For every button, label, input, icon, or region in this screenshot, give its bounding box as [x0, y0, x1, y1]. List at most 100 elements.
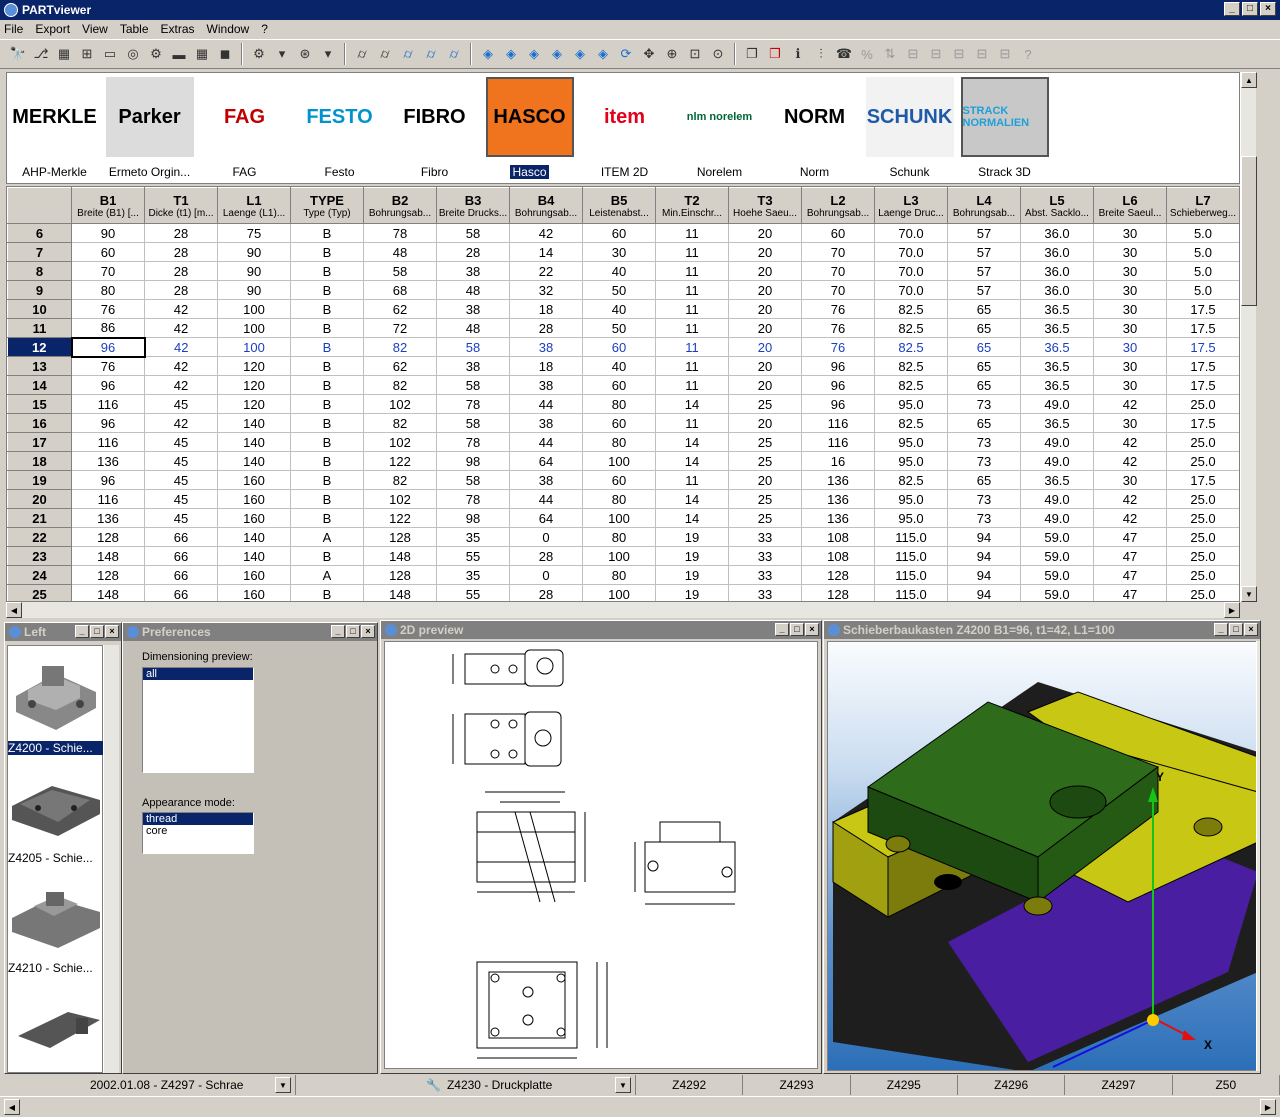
table-cell[interactable]: 78	[436, 489, 510, 509]
status-left-item[interactable]: 2002.01.08 - Z4297 - Schrae ▼	[0, 1075, 296, 1095]
table-cell[interactable]: 11	[655, 223, 729, 243]
table-cell[interactable]: B	[290, 470, 364, 490]
table-cell[interactable]: 11	[655, 299, 729, 319]
table-cell[interactable]: 90	[71, 223, 145, 243]
table-cell[interactable]: 20	[728, 223, 802, 243]
table-cell[interactable]: 160	[217, 508, 291, 528]
table-cell[interactable]: 11	[655, 280, 729, 300]
table-cell[interactable]: 70	[71, 261, 145, 281]
table-cell[interactable]: B	[290, 375, 364, 395]
table-cell[interactable]: 16	[801, 451, 875, 471]
table-cell[interactable]: 102	[363, 489, 437, 509]
row-header[interactable]: 11	[7, 318, 72, 338]
table-cell[interactable]: 14	[655, 451, 729, 471]
row-header[interactable]: 18	[7, 451, 72, 471]
table-cell[interactable]: 44	[509, 394, 583, 414]
catalog-logo-festo[interactable]: FESTO Festo	[292, 73, 387, 183]
row-header[interactable]: 14	[7, 375, 72, 395]
table-cell[interactable]: 47	[1093, 565, 1167, 585]
table-cell[interactable]: 25	[728, 432, 802, 452]
table-cell[interactable]: 19	[655, 546, 729, 566]
table-cell[interactable]: 60	[71, 242, 145, 262]
table-cell[interactable]: 128	[801, 565, 875, 585]
status-mid-item[interactable]: 🔧 Z4230 - Druckplatte ▼	[296, 1075, 636, 1095]
table-cell[interactable]: 60	[801, 223, 875, 243]
table-cell[interactable]: 96	[71, 470, 145, 490]
table-cell[interactable]: 40	[582, 261, 656, 281]
table-cell[interactable]: 20	[728, 242, 802, 262]
table-cell[interactable]: 82	[363, 470, 437, 490]
table-cell[interactable]: 128	[71, 527, 145, 547]
cylinder-icon[interactable]: ⌭	[352, 44, 372, 64]
table-row[interactable]: 13 76 42 120 B 62 38 18 40 11 20 96 82.5 65 36.5 30 17.5	[7, 356, 1239, 376]
table-cell[interactable]: 102	[363, 394, 437, 414]
table-cell[interactable]: 57	[947, 223, 1021, 243]
scroll-right-icon[interactable]: ▶	[1224, 602, 1240, 618]
left-panel-scrollbar[interactable]	[103, 645, 119, 1073]
table-cell[interactable]: 5.0	[1166, 280, 1239, 300]
table-cell[interactable]: 5.0	[1166, 242, 1239, 262]
table-cell[interactable]: 35	[436, 527, 510, 547]
table-cell[interactable]: 136	[801, 470, 875, 490]
cube-icon[interactable]: ◈	[478, 44, 498, 64]
list-item[interactable]: Z4205 - Schie...	[8, 756, 102, 866]
table-cell[interactable]: 42	[1093, 489, 1167, 509]
table-cell[interactable]: 98	[436, 508, 510, 528]
table-cell[interactable]: 36.5	[1020, 299, 1094, 319]
table-cell[interactable]: 19	[655, 565, 729, 585]
table-cell[interactable]: 120	[217, 375, 291, 395]
table-cell[interactable]: 42	[144, 318, 218, 338]
table-cell[interactable]: 65	[947, 337, 1021, 357]
cube-icon[interactable]: ◈	[547, 44, 567, 64]
filter-icon[interactable]: ⊟	[949, 44, 969, 64]
table-cell[interactable]: 30	[1093, 223, 1167, 243]
filter-icon[interactable]: ⊟	[995, 44, 1015, 64]
table-cell[interactable]: 25	[728, 489, 802, 509]
table-cell[interactable]: 115.0	[874, 565, 948, 585]
table-cell[interactable]: 65	[947, 375, 1021, 395]
dimensioning-listbox[interactable]: all	[142, 667, 254, 773]
scroll-right-icon[interactable]: ▶	[1260, 1099, 1276, 1115]
table-cell[interactable]: 25	[728, 451, 802, 471]
row-header[interactable]: 10	[7, 299, 72, 319]
menu-view[interactable]: View	[82, 22, 108, 36]
table-cell[interactable]: 82	[363, 337, 437, 357]
table-cell[interactable]: 50	[582, 318, 656, 338]
table-row[interactable]: 23 148 66 140 B 148 55 28 100 19 33 108 115.0 94 59.0 4…	[7, 546, 1239, 566]
table-cell[interactable]: 78	[363, 223, 437, 243]
dropdown-arrow-icon[interactable]: ▼	[275, 1077, 291, 1093]
appearance-listbox[interactable]: thread core	[142, 812, 254, 854]
table-cell[interactable]: 82.5	[874, 470, 948, 490]
cylinder-icon[interactable]: ⌭	[421, 44, 441, 64]
catalog-logo-hasco[interactable]: HASCO Hasco	[482, 73, 577, 183]
column-header-b3[interactable]: B3 Breite Drucks...	[436, 187, 510, 224]
table-cell[interactable]: 57	[947, 242, 1021, 262]
table-cell[interactable]: 14	[655, 394, 729, 414]
scroll-left-icon[interactable]: ◀	[6, 602, 22, 618]
table-cell[interactable]: 28	[144, 261, 218, 281]
table-cell[interactable]: 59.0	[1020, 584, 1094, 601]
table-cell[interactable]: 17.5	[1166, 318, 1239, 338]
table-cell[interactable]: 25.0	[1166, 565, 1239, 585]
table-cell[interactable]: 95.0	[874, 432, 948, 452]
table-cell[interactable]: 20	[728, 413, 802, 433]
table-cell[interactable]: 102	[363, 432, 437, 452]
table-cell[interactable]: 96	[70, 336, 146, 358]
table-cell[interactable]: 136	[71, 451, 145, 471]
table-cell[interactable]: 96	[71, 375, 145, 395]
table-cell[interactable]: 66	[144, 584, 218, 601]
table-cell[interactable]: 36.5	[1020, 318, 1094, 338]
table-cell[interactable]: 59.0	[1020, 527, 1094, 547]
row-header[interactable]: 20	[7, 489, 72, 509]
catalog-logo-fag[interactable]: FAG FAG	[197, 73, 292, 183]
table-cell[interactable]: 70.0	[874, 261, 948, 281]
table-cell[interactable]: 30	[582, 242, 656, 262]
menu-help[interactable]: ?	[261, 22, 268, 36]
table-row[interactable]: 16 96 42 140 B 82 58 38 60 11 20 116 82.5 65 36.5 30 17.…	[7, 413, 1239, 433]
column-header-l1[interactable]: L1 Laenge (L1)...	[217, 187, 291, 224]
row-header[interactable]: 16	[7, 413, 72, 433]
list-item[interactable]: Z4200 - Schie...	[8, 646, 103, 756]
table-cell[interactable]: 17.5	[1166, 413, 1239, 433]
table-cell[interactable]: B	[290, 356, 364, 376]
table-cell[interactable]: 120	[217, 356, 291, 376]
